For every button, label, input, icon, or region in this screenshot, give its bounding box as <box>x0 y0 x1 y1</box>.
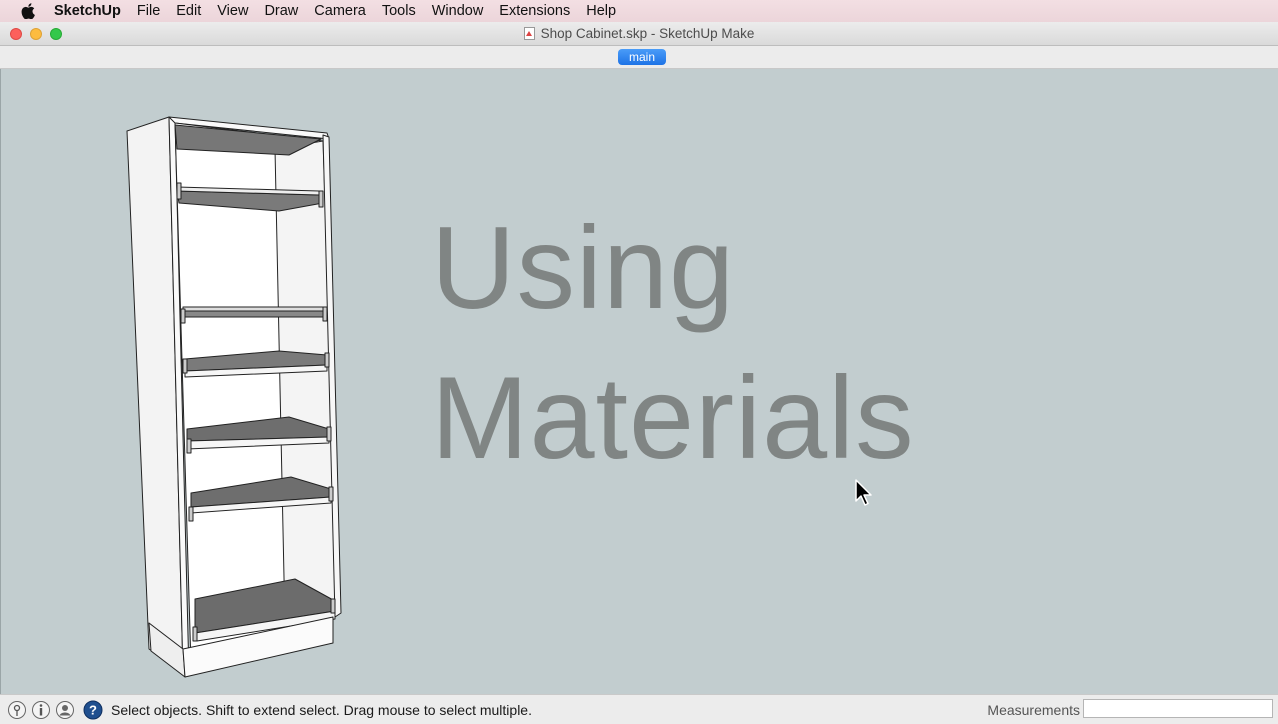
window-title: Shop Cabinet.skp - SketchUp Make <box>0 22 1278 46</box>
menu-draw[interactable]: Draw <box>256 0 306 22</box>
apple-menu-icon[interactable] <box>17 0 39 22</box>
menu-camera[interactable]: Camera <box>306 0 374 22</box>
measurements-input[interactable] <box>1083 699 1273 718</box>
menu-tools[interactable]: Tools <box>374 0 424 22</box>
menu-file[interactable]: File <box>129 0 168 22</box>
minimize-window-button[interactable] <box>30 28 42 40</box>
status-message: Select objects. Shift to extend select. … <box>111 701 532 718</box>
cabinet-model[interactable] <box>119 113 349 683</box>
geo-location-icon[interactable] <box>7 700 27 720</box>
drawing-viewport[interactable]: Using Materials <box>0 69 1278 694</box>
overlay-title-line-2: Materials <box>431 352 915 483</box>
scene-tab-main[interactable]: main <box>618 49 666 65</box>
menu-bar: SketchUp File Edit View Draw Camera Tool… <box>0 0 1278 22</box>
scene-tab-bar: main <box>0 46 1278 69</box>
credits-icon[interactable] <box>31 700 51 720</box>
app-menu-sketchup[interactable]: SketchUp <box>54 0 129 22</box>
user-account-icon[interactable] <box>55 700 75 720</box>
document-icon <box>523 27 535 40</box>
maximize-window-button[interactable] <box>50 28 62 40</box>
close-window-button[interactable] <box>10 28 22 40</box>
menu-view[interactable]: View <box>209 0 256 22</box>
menu-extensions[interactable]: Extensions <box>491 0 578 22</box>
status-bar: ? Select objects. Shift to extend select… <box>0 694 1278 724</box>
svg-text:?: ? <box>89 702 97 717</box>
mouse-pointer-icon <box>855 479 872 506</box>
window-title-bar: Shop Cabinet.skp - SketchUp Make <box>0 22 1278 46</box>
window-title-text: Shop Cabinet.skp - SketchUp Make <box>540 26 755 41</box>
menu-help[interactable]: Help <box>578 0 624 22</box>
overlay-title-line-1: Using <box>431 202 736 333</box>
measurements-label: Measurements <box>987 702 1080 718</box>
menu-edit[interactable]: Edit <box>168 0 209 22</box>
menu-window[interactable]: Window <box>424 0 492 22</box>
instructor-help-icon[interactable]: ? <box>83 700 103 720</box>
